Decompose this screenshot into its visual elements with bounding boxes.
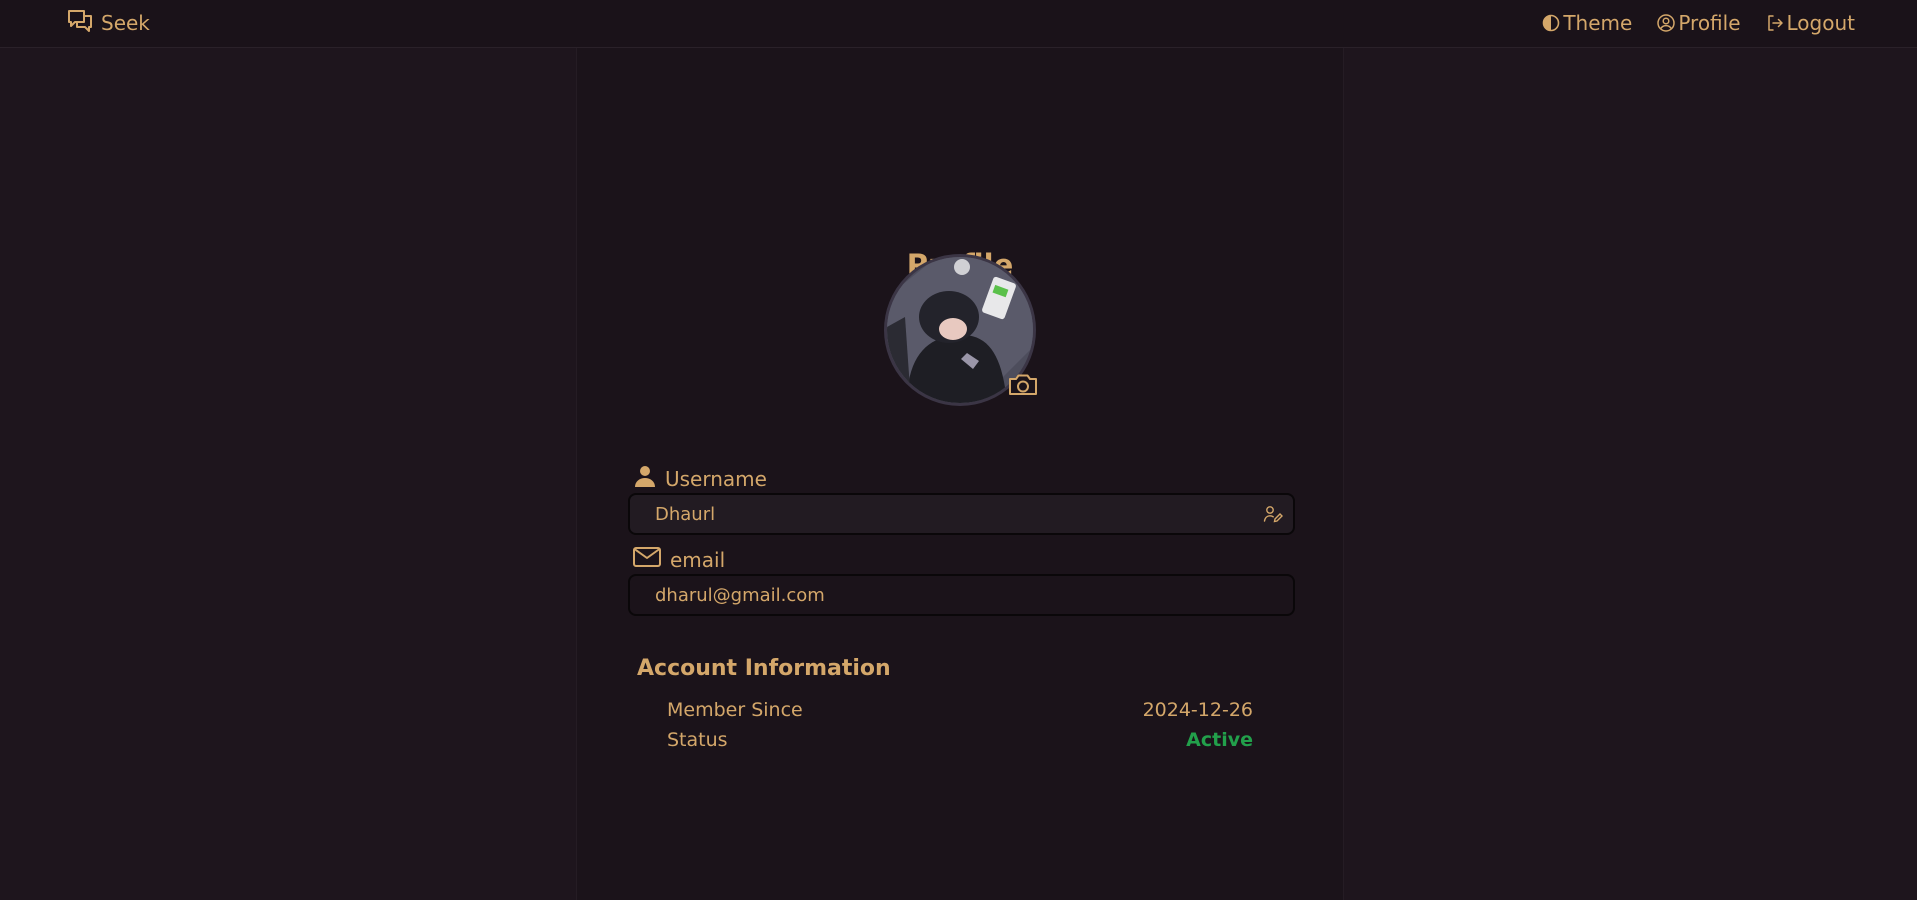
status-row: Status Active <box>667 727 1253 753</box>
email-label-row: email <box>632 545 725 574</box>
brand-label: Seek <box>101 11 150 35</box>
theme-label: Theme <box>1563 11 1633 35</box>
username-input[interactable] <box>628 493 1295 535</box>
member-since-value: 2024-12-26 <box>1142 699 1253 721</box>
username-label: Username <box>665 466 767 491</box>
profile-label: Profile <box>1678 11 1741 35</box>
person-icon <box>633 464 657 493</box>
member-since-label: Member Since <box>667 699 803 721</box>
email-label: email <box>670 547 726 572</box>
status-badge: Active <box>1186 729 1253 751</box>
logout-label: Logout <box>1786 11 1855 35</box>
chat-bubbles-icon <box>67 9 93 38</box>
email-field[interactable] <box>628 574 1295 616</box>
top-navbar: Seek Theme Profile Logout <box>0 0 1917 48</box>
logout-icon <box>1765 13 1785 33</box>
brand-link[interactable]: Seek <box>67 9 150 37</box>
camera-icon[interactable] <box>1007 372 1039 398</box>
half-circle-icon <box>1541 13 1561 33</box>
avatar-container <box>884 254 1039 406</box>
user-edit-icon[interactable] <box>1263 504 1283 524</box>
envelope-icon <box>632 545 662 574</box>
theme-button[interactable]: Theme <box>1541 11 1632 35</box>
user-circle-icon <box>1656 13 1676 33</box>
logout-button[interactable]: Logout <box>1765 11 1855 35</box>
username-label-row: Username <box>633 464 767 493</box>
profile-panel: Profile <box>576 48 1344 900</box>
member-since-row: Member Since 2024-12-26 <box>667 697 1253 723</box>
profile-link[interactable]: Profile <box>1656 11 1741 35</box>
status-label: Status <box>667 729 728 751</box>
account-info-heading: Account Information <box>637 656 891 681</box>
